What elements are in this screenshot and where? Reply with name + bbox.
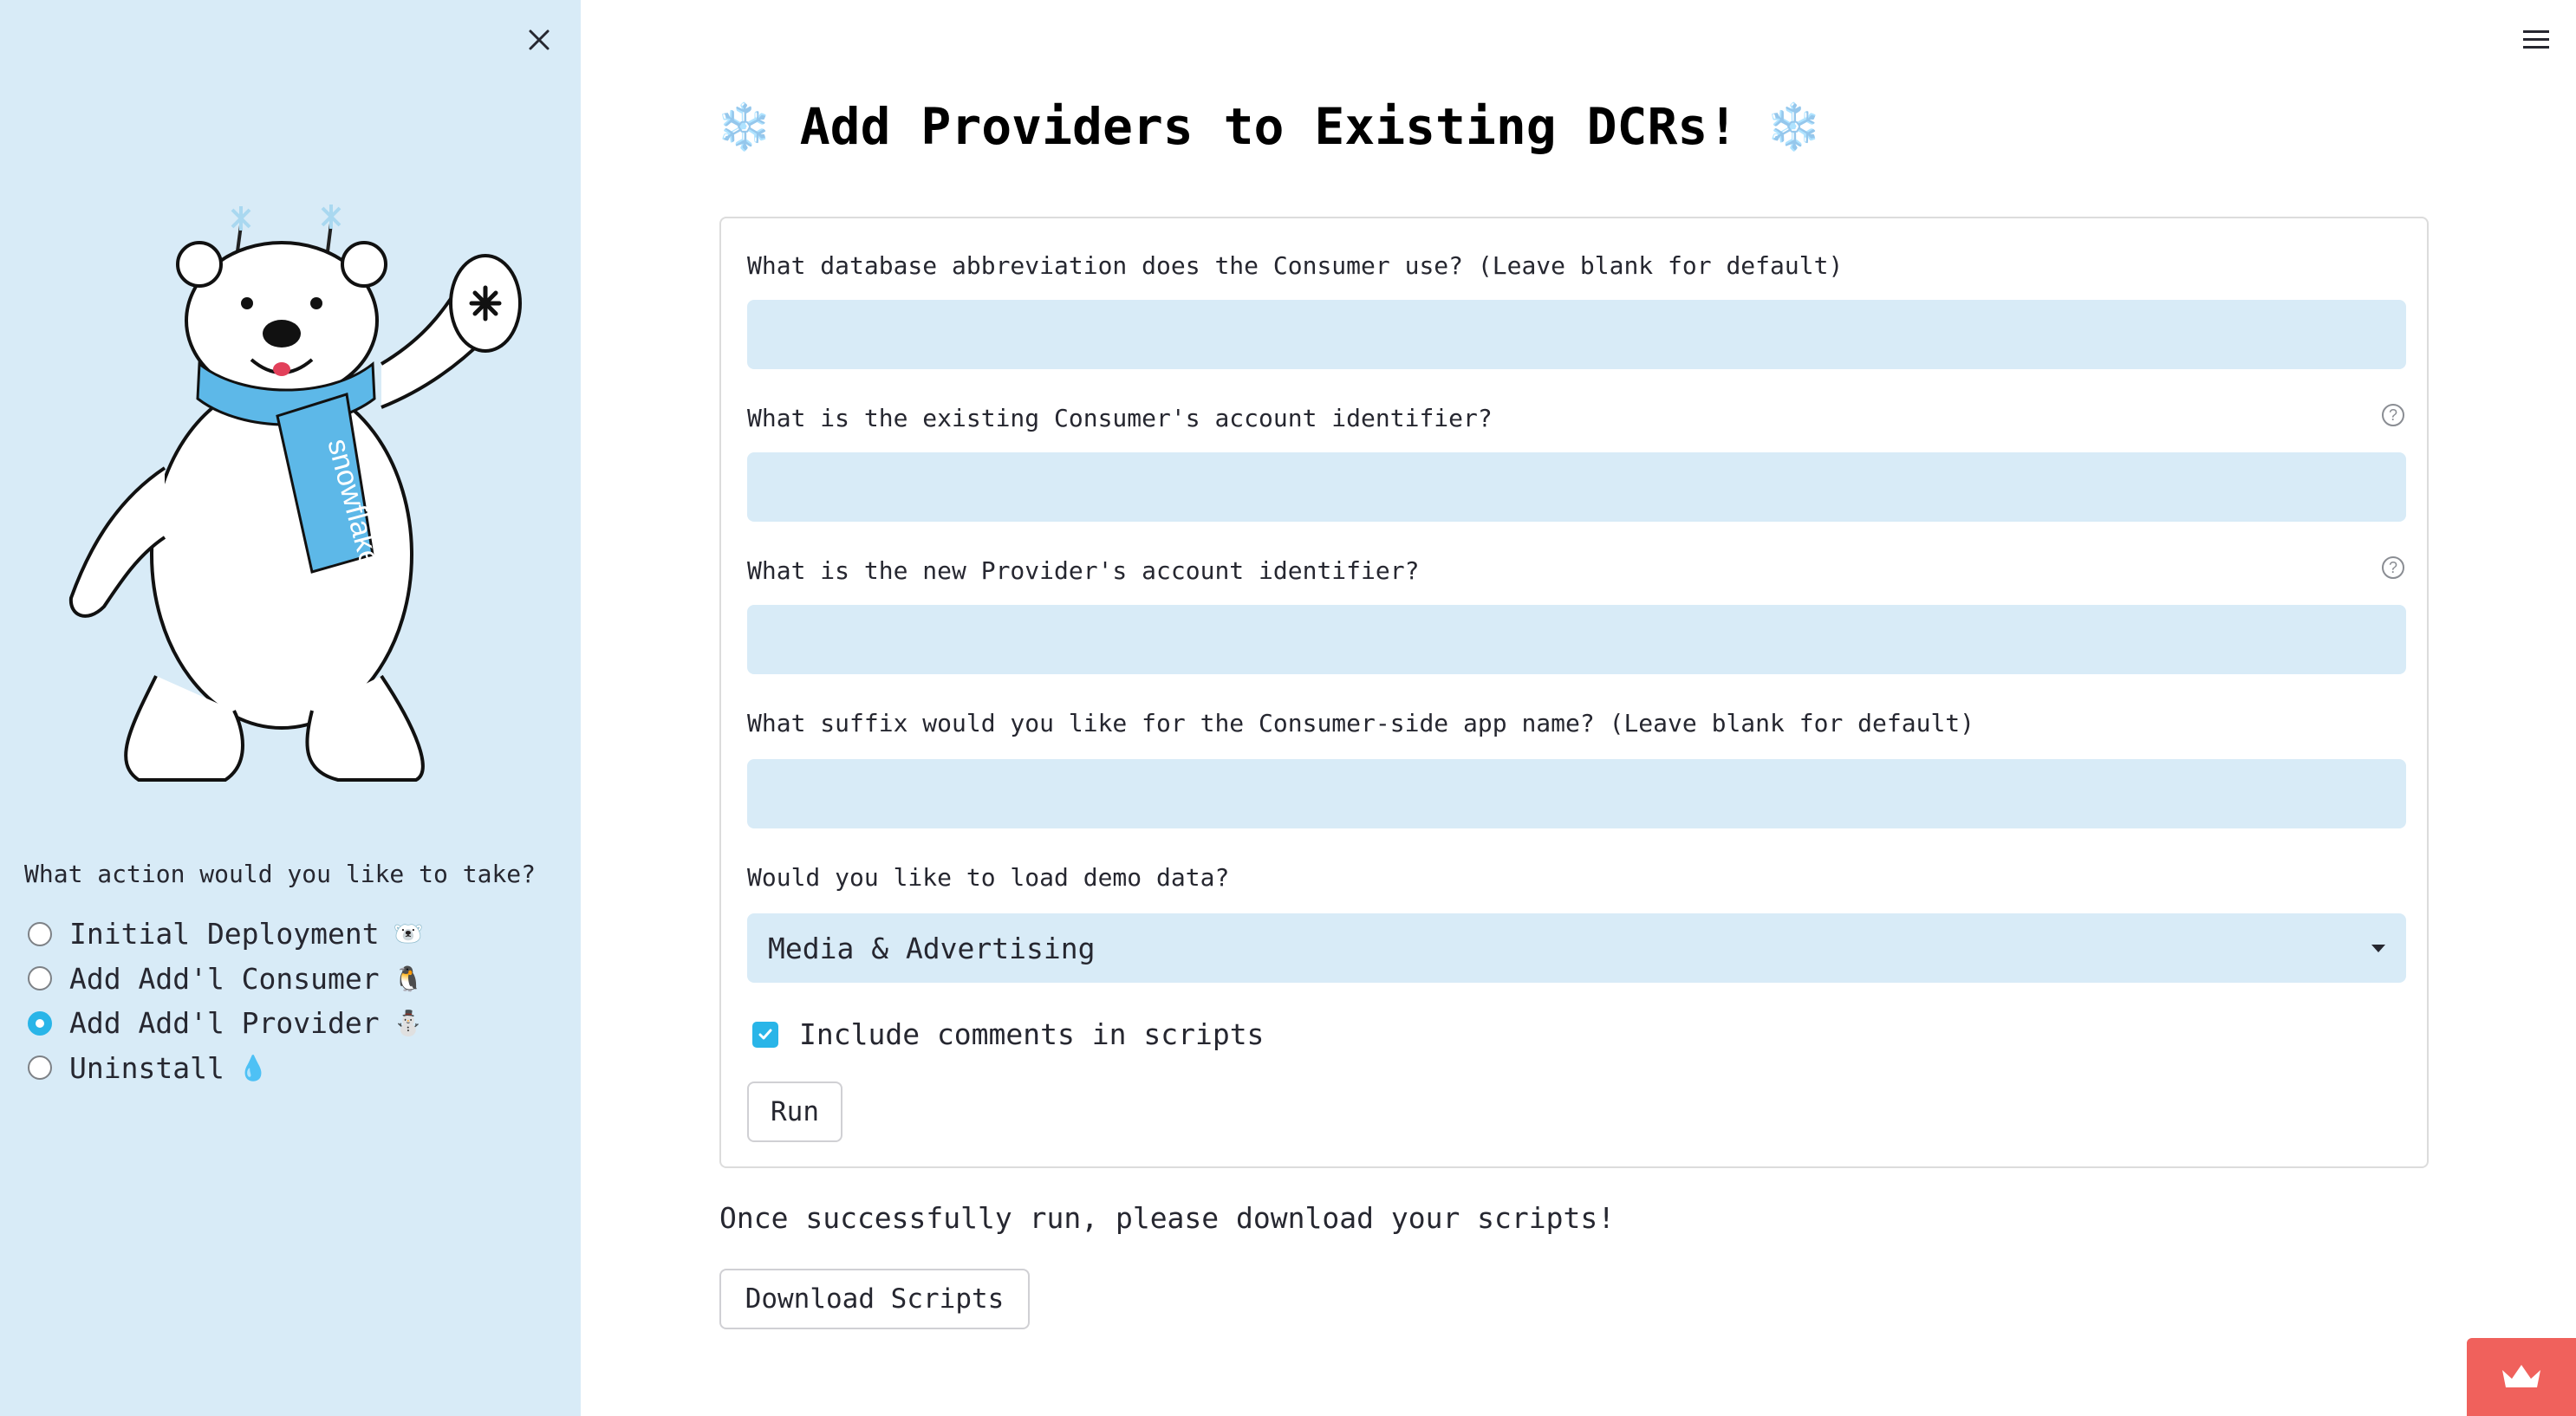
app-suffix-input[interactable]: [747, 759, 2406, 828]
page-title: ❄️ Add Providers to Existing DCRs! ❄️: [716, 97, 1822, 156]
penguin-icon: 🐧: [393, 964, 424, 993]
download-scripts-button[interactable]: Download Scripts: [719, 1269, 1030, 1329]
sidebar: snowflake What action would you like to …: [0, 0, 581, 1416]
polar-bear-icon: 🐻‍❄️: [393, 919, 424, 949]
provider-form: What database abbreviation does the Cons…: [719, 217, 2429, 1168]
checkmark-icon: [758, 1029, 772, 1039]
radio-option-label: Initial Deployment: [69, 917, 380, 952]
run-button[interactable]: Run: [747, 1081, 842, 1142]
include-comments-label: Include comments in scripts: [799, 1017, 1265, 1051]
action-radio-label: What action would you like to take?: [24, 860, 537, 888]
radio-button[interactable]: [28, 1056, 52, 1081]
radio-option-add-consumer[interactable]: Add Add'l Consumer 🐧: [28, 957, 424, 1002]
radio-option-label: Uninstall: [69, 1050, 224, 1085]
streamlit-badge[interactable]: [2467, 1338, 2576, 1416]
include-comments-checkbox-row[interactable]: Include comments in scripts: [752, 1017, 1264, 1051]
help-icon[interactable]: ?: [2382, 404, 2404, 426]
droplet-icon: 💧: [237, 1053, 269, 1082]
radio-option-uninstall[interactable]: Uninstall 💧: [28, 1046, 424, 1091]
snowflake-icon: ❄️: [1766, 101, 1822, 153]
db-abbreviation-input[interactable]: [747, 300, 2406, 369]
radio-option-label: Add Add'l Provider: [69, 1006, 380, 1041]
hamburger-menu-icon[interactable]: [2521, 24, 2552, 55]
radio-option-label: Add Add'l Consumer: [69, 961, 380, 996]
radio-button-selected[interactable]: [28, 1010, 52, 1036]
radio-option-add-provider[interactable]: Add Add'l Provider ⛄: [28, 1001, 424, 1046]
app-suffix-label: What suffix would you like for the Consu…: [747, 709, 1975, 737]
consumer-account-label: What is the existing Consumer's account …: [747, 404, 1493, 432]
close-icon: [529, 29, 550, 50]
provider-account-input[interactable]: [747, 605, 2406, 674]
consumer-account-input[interactable]: [747, 452, 2406, 522]
polar-bear-mascot-image: snowflake: [68, 205, 522, 782]
download-instructions: Once successfully run, please download y…: [719, 1201, 1616, 1235]
close-sidebar-button[interactable]: [520, 21, 558, 59]
radio-button[interactable]: [28, 921, 52, 946]
radio-option-initial-deployment[interactable]: Initial Deployment 🐻‍❄️: [28, 912, 424, 957]
provider-account-label: What is the new Provider's account ident…: [747, 556, 1420, 585]
help-icon[interactable]: ?: [2382, 556, 2404, 579]
demo-data-selected-value: Media & Advertising: [768, 931, 1096, 965]
demo-data-select[interactable]: Media & Advertising: [747, 913, 2406, 983]
action-radio-group: Initial Deployment 🐻‍❄️ Add Add'l Consum…: [28, 912, 424, 1090]
crown-icon: [2502, 1365, 2540, 1387]
page-title-text: Add Providers to Existing DCRs!: [799, 97, 1739, 156]
chevron-down-icon: [2371, 944, 2385, 952]
snowman-icon: ⛄: [393, 1009, 424, 1038]
demo-data-label: Would you like to load demo data?: [747, 863, 1230, 892]
snowflake-icon: ❄️: [716, 101, 772, 153]
include-comments-checkbox[interactable]: [752, 1021, 778, 1048]
radio-button[interactable]: [28, 966, 52, 991]
db-abbreviation-label: What database abbreviation does the Cons…: [747, 251, 1844, 280]
